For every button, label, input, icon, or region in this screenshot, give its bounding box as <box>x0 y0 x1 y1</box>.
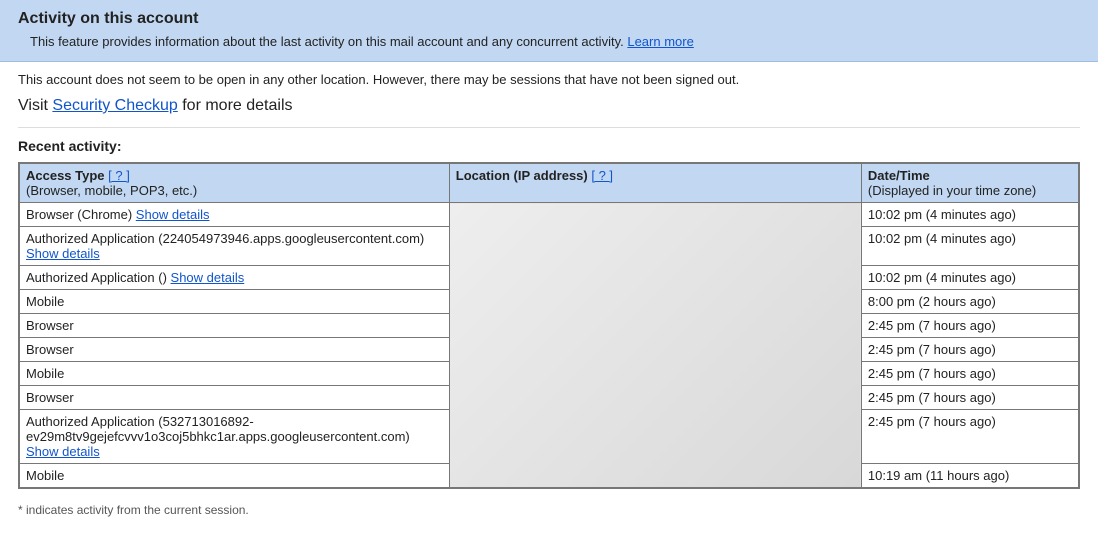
access-help-icon[interactable]: [ ? ] <box>108 168 130 183</box>
access-text: Authorized Application (224054973946.app… <box>26 231 424 246</box>
recent-activity-title: Recent activity: <box>18 138 1080 154</box>
access-cell: Browser <box>19 314 449 338</box>
access-cell: Authorized Application (532713016892-ev2… <box>19 410 449 464</box>
access-cell: Mobile <box>19 362 449 386</box>
access-text: Browser <box>26 390 74 405</box>
header-location: Location (IP address) [ ? ] <box>449 163 861 203</box>
visit-line: Visit Security Checkup for more details <box>18 97 1080 115</box>
status-text: This account does not seem to be open in… <box>18 72 1080 87</box>
location-cell <box>449 203 861 489</box>
header-access-sub: (Browser, mobile, POP3, etc.) <box>26 183 443 198</box>
banner-subtitle-text: This feature provides information about … <box>30 34 627 49</box>
access-text: Mobile <box>26 468 64 483</box>
header-date-sub: (Displayed in your time zone) <box>868 183 1072 198</box>
access-text: Browser <box>26 318 74 333</box>
access-cell: Mobile <box>19 290 449 314</box>
show-details-link[interactable]: Show details <box>136 207 210 222</box>
banner-subtitle: This feature provides information about … <box>18 34 1080 49</box>
access-cell: Browser <box>19 386 449 410</box>
access-text: Browser (Chrome) <box>26 207 136 222</box>
learn-more-link[interactable]: Learn more <box>627 34 693 49</box>
header-date-main: Date/Time <box>868 168 930 183</box>
header-date: Date/Time (Displayed in your time zone) <box>861 163 1079 203</box>
date-cell: 2:45 pm (7 hours ago) <box>861 314 1079 338</box>
security-checkup-link[interactable]: Security Checkup <box>52 97 177 114</box>
show-details-link[interactable]: Show details <box>171 270 245 285</box>
access-cell: Browser <box>19 338 449 362</box>
table-header-row: Access Type [ ? ] (Browser, mobile, POP3… <box>19 163 1079 203</box>
date-cell: 10:02 pm (4 minutes ago) <box>861 203 1079 227</box>
date-cell: 2:45 pm (7 hours ago) <box>861 338 1079 362</box>
info-banner: Activity on this account This feature pr… <box>0 0 1098 62</box>
header-access-main: Access Type <box>26 168 108 183</box>
access-cell: Mobile <box>19 464 449 489</box>
show-details-link[interactable]: Show details <box>26 246 100 261</box>
visit-prefix: Visit <box>18 97 52 114</box>
content-area: This account does not seem to be open in… <box>0 62 1098 527</box>
date-cell: 10:19 am (11 hours ago) <box>861 464 1079 489</box>
date-cell: 2:45 pm (7 hours ago) <box>861 410 1079 464</box>
access-text: Authorized Application () <box>26 270 171 285</box>
banner-title: Activity on this account <box>18 10 1080 28</box>
show-details-link[interactable]: Show details <box>26 444 100 459</box>
date-cell: 10:02 pm (4 minutes ago) <box>861 266 1079 290</box>
header-access-type: Access Type [ ? ] (Browser, mobile, POP3… <box>19 163 449 203</box>
access-cell: Authorized Application () Show details <box>19 266 449 290</box>
visit-suffix: for more details <box>178 97 293 114</box>
footnote: * indicates activity from the current se… <box>18 503 1080 517</box>
access-text: Authorized Application (532713016892-ev2… <box>26 414 410 444</box>
table-row: Browser (Chrome) Show details 10:02 pm (… <box>19 203 1079 227</box>
date-cell: 2:45 pm (7 hours ago) <box>861 386 1079 410</box>
date-cell: 2:45 pm (7 hours ago) <box>861 362 1079 386</box>
header-location-main: Location (IP address) <box>456 168 592 183</box>
access-text: Mobile <box>26 366 64 381</box>
date-cell: 10:02 pm (4 minutes ago) <box>861 227 1079 266</box>
location-help-icon[interactable]: [ ? ] <box>591 168 613 183</box>
date-cell: 8:00 pm (2 hours ago) <box>861 290 1079 314</box>
access-cell: Browser (Chrome) Show details <box>19 203 449 227</box>
separator <box>18 127 1080 128</box>
access-text: Mobile <box>26 294 64 309</box>
access-cell: Authorized Application (224054973946.app… <box>19 227 449 266</box>
activity-table: Access Type [ ? ] (Browser, mobile, POP3… <box>18 162 1080 489</box>
access-text: Browser <box>26 342 74 357</box>
